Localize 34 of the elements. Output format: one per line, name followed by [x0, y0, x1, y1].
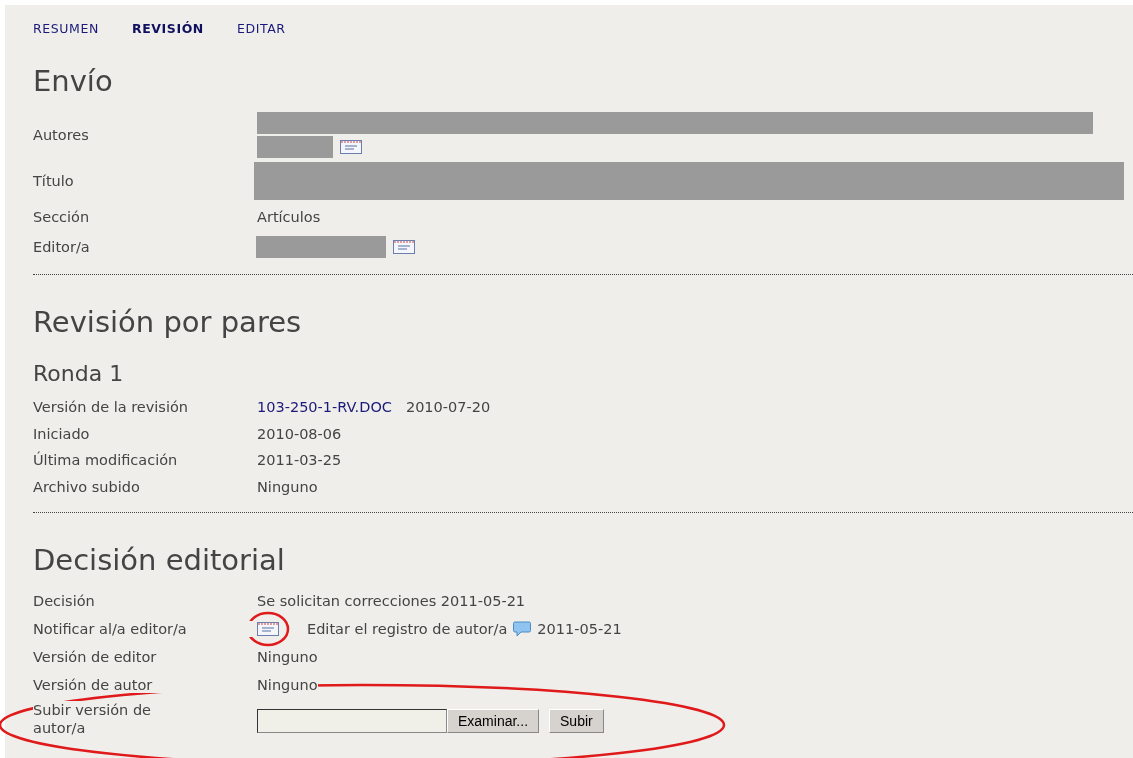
field-label: Autores	[33, 127, 90, 143]
field-label: Última modificación	[33, 452, 179, 469]
envelope-icon[interactable]	[257, 622, 279, 636]
field-value: Ninguno	[257, 478, 318, 495]
section-heading: Envío	[33, 64, 114, 98]
section-heading: Revisión por pares	[33, 305, 303, 339]
field-value: 2011-03-25	[257, 452, 342, 469]
browse-button[interactable]: Examinar...	[447, 709, 540, 734]
field-value: 2011-05-21	[537, 621, 622, 637]
field-value: Se solicitan correcciones 2011-05-21	[257, 593, 526, 609]
nav-tab[interactable]: REVISIÓN	[131, 21, 204, 36]
section-heading: Decisión editorial	[33, 543, 286, 577]
upload-button[interactable]: Subir	[549, 709, 604, 734]
field-value: Ninguno	[257, 677, 318, 693]
nav-tab[interactable]: EDITAR	[236, 21, 286, 36]
field-label: Versión de autor	[33, 677, 257, 693]
field-value: 2010-07-20	[405, 399, 491, 416]
file-input-field[interactable]	[257, 709, 447, 734]
field-label: Sección	[33, 209, 91, 225]
field-value: 2010-08-06	[257, 425, 342, 442]
field-label: Versión de la revisión	[33, 399, 189, 416]
envelope-icon[interactable]	[393, 240, 415, 254]
field-value: Artículos	[257, 209, 321, 225]
envelope-icon[interactable]	[340, 140, 362, 154]
field-label: Editor/a	[33, 239, 91, 255]
field-value: Ninguno	[257, 649, 318, 665]
field-label: Archivo subido	[33, 478, 141, 495]
link-text: Editar el registro de autor/a	[307, 621, 508, 637]
file-link[interactable]: 103-250-1-RV.DOC	[257, 399, 392, 416]
speech-bubble-icon[interactable]	[513, 621, 532, 637]
round-heading: Ronda 1	[33, 361, 125, 386]
field-label: Iniciado	[33, 425, 91, 442]
field-label: Título	[33, 173, 75, 189]
nav-tab[interactable]: RESUMEN	[33, 21, 99, 36]
